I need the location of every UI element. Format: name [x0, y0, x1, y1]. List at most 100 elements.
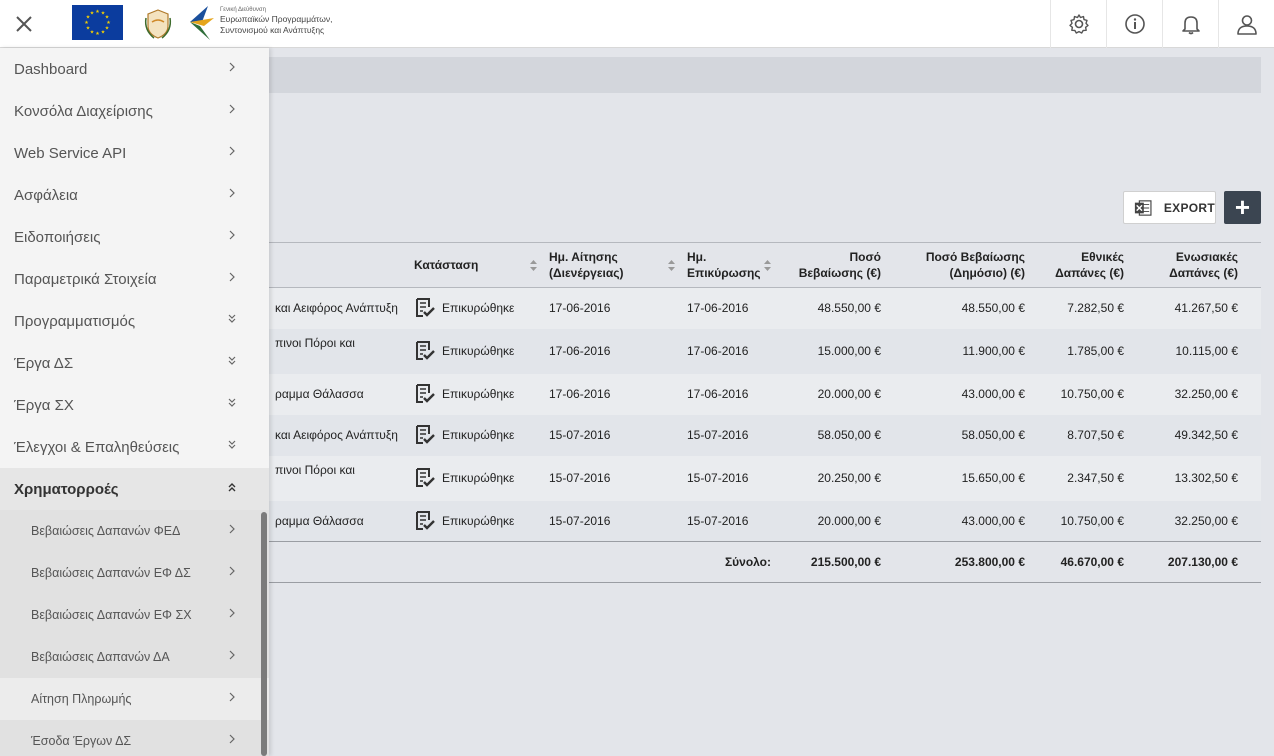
col-header-status[interactable]: Κατάσταση [408, 242, 543, 288]
cell-request-date: 17-06-2016 [543, 328, 681, 374]
sidebar-item-0[interactable]: Dashboard [0, 48, 269, 90]
total-amount: 215.500,00 € [777, 541, 887, 583]
chevron-right-icon [229, 104, 235, 114]
sidebar-item-label: Dashboard [14, 60, 88, 78]
submenu-item-1[interactable]: Βεβαιώσεις Δαπανών ΕΦ ΔΣ [0, 552, 269, 594]
cell-eu: 13.302,50 € [1130, 455, 1244, 501]
cell-national: 10.750,00 € [1031, 500, 1130, 542]
submenu-item-3[interactable]: Βεβαιώσεις Δαπανών ΔΑ [0, 636, 269, 678]
cell-public-amount: 43.000,00 € [887, 500, 1031, 542]
sidebar-item-label: Έργα ΔΣ [14, 354, 74, 372]
sidebar-item-7[interactable]: Έργα ΔΣ [0, 342, 269, 384]
cell-program: ραμμα Θάλασσα [269, 373, 408, 415]
data-table-container: Κατάσταση Ημ. Αίτησης (Διενέργειας) Ημ. … [269, 242, 1261, 583]
excel-icon [1134, 199, 1152, 216]
top-header: ★ ★ ★ ★ ★ ★ ★ ★ ★ ★ ★ ★ Γενική Διεύθυνση Ευρωπαϊ… [0, 0, 1274, 48]
notification-bell-icon [1181, 16, 1200, 35]
table-row[interactable]: ραμμα Θάλασσα Επικυρώθηκε 17-06-2016 17-06-… [269, 373, 1261, 415]
sidebar-scrollbar[interactable] [261, 512, 267, 756]
cell-validation-date: 17-06-2016 [681, 328, 777, 374]
col-header-public-amount[interactable]: Ποσό Βεβαίωσης (Δημόσιο) (€) [887, 242, 1031, 288]
cell-status: Επικυρώθηκε [408, 287, 543, 329]
sidebar-item-6[interactable]: Προγραμματισμός [0, 300, 269, 342]
settings-button[interactable] [1050, 0, 1106, 48]
sidebar-item-3[interactable]: Ασφάλεια [0, 174, 269, 216]
cell-national: 2.347,50 € [1031, 455, 1130, 501]
submenu-item-4[interactable]: Αίτηση Πληρωμής [0, 678, 269, 720]
cell-program: ραμμα Θάλασσα [269, 500, 408, 542]
table-row[interactable]: και Αειφόρος Ανάπτυξη Επικυρώθηκε 15-07-20… [269, 414, 1261, 456]
sidebar-item-label: Ειδοποιήσεις [14, 228, 101, 246]
settings-icon [1068, 14, 1089, 34]
cell-eu: 32.250,00 € [1130, 500, 1244, 542]
user-profile-button[interactable] [1218, 0, 1274, 48]
export-button[interactable]: EXPORT [1123, 191, 1216, 224]
table-row[interactable]: πινοι Πόροι και Επικυρώθηκε 15-07-2016 15-0… [269, 455, 1261, 501]
cell-request-date: 15-07-2016 [543, 500, 681, 542]
validated-document-icon [416, 510, 435, 530]
total-national: 46.670,00 € [1031, 541, 1130, 583]
sidebar-item-label: Κονσόλα Διαχείρισης [14, 102, 153, 120]
close-icon [16, 16, 32, 32]
info-button[interactable] [1106, 0, 1162, 48]
sidebar-item-label: Web Service API [14, 144, 127, 162]
close-menu-button[interactable] [0, 0, 48, 48]
svg-text:★: ★ [90, 11, 95, 17]
table-row[interactable]: ραμμα Θάλασσα Επικυρώθηκε 15-07-2016 15-07-… [269, 500, 1261, 542]
status-text: Επικυρώθηκε [442, 301, 515, 316]
cell-validation-date: 15-07-2016 [681, 414, 777, 456]
sort-icon [764, 260, 771, 271]
sidebar-item-2[interactable]: Web Service API [0, 132, 269, 174]
submenu-item-5[interactable]: Έσοδα Έργων ΔΣ [0, 720, 269, 756]
total-public-amount: 253.800,00 € [887, 541, 1031, 583]
cyprus-emblem-logo [140, 6, 176, 42]
col-header-validation-date[interactable]: Ημ. Επικύρωσης [681, 242, 777, 288]
sidebar-item-label: Προγραμματισμός [14, 312, 136, 330]
cell-status: Επικυρώθηκε [408, 373, 543, 415]
svg-text:★: ★ [90, 30, 95, 36]
col-header-amount[interactable]: Ποσό Βεβαίωσης (€) [777, 242, 887, 288]
sidebar-item-5[interactable]: Παραμετρικά Στοιχεία [0, 258, 269, 300]
dg-european-programmes-logo: Γενική Διεύθυνση Ευρωπαϊκών Προγραμμάτων… [186, 4, 346, 44]
validated-document-icon [416, 384, 435, 403]
chevron-right-icon [229, 188, 235, 198]
dg-logo-line1: Γενική Διεύθυνση [220, 7, 266, 13]
col-header-program[interactable] [269, 242, 408, 288]
svg-text:★: ★ [105, 26, 110, 32]
chevron-right-icon [229, 608, 235, 618]
sidebar-item-9[interactable]: Έλεγχοι & Επαληθεύσεις [0, 426, 269, 468]
add-button[interactable]: + [1224, 191, 1261, 224]
notifications-button[interactable] [1162, 0, 1218, 48]
col-header-national[interactable]: Εθνικές Δαπάνες (€) [1031, 242, 1130, 288]
user-icon [1236, 15, 1257, 35]
status-text: Επικυρώθηκε [442, 387, 515, 401]
cell-status: Επικυρώθηκε [408, 414, 543, 456]
cell-request-date: 15-07-2016 [543, 455, 681, 501]
submenu-item-2[interactable]: Βεβαιώσεις Δαπανών ΕΦ ΣΧ [0, 594, 269, 636]
sidebar-item-4[interactable]: Ειδοποιήσεις [0, 216, 269, 258]
sidebar-item-1[interactable]: Κονσόλα Διαχείρισης [0, 90, 269, 132]
chevron-right-icon [229, 566, 235, 576]
sidebar-item-label: Έλεγχοι & Επαληθεύσεις [14, 438, 180, 456]
cell-eu: 32.250,00 € [1130, 373, 1244, 415]
sidebar-item-8[interactable]: Έργα ΣΧ [0, 384, 269, 426]
table-totals-row: Σύνολο: 215.500,00 € 253.800,00 € 46.670… [269, 541, 1261, 583]
submenu-item-label: Βεβαιώσεις Δαπανών ΦΕΔ [31, 524, 181, 538]
col-header-eu[interactable]: Ενωσιακές Δαπάνες (€) [1130, 242, 1244, 288]
submenu-item-0[interactable]: Βεβαιώσεις Δαπανών ΦΕΔ [0, 510, 269, 552]
cell-status: Επικυρώθηκε [408, 328, 543, 374]
cell-request-date: 17-06-2016 [543, 373, 681, 415]
breadcrumb-bar [269, 57, 1261, 93]
table-row[interactable]: πινοι Πόροι και Επικυρώθηκε 17-06-2016 17-0… [269, 328, 1261, 374]
cell-amount: 58.050,00 € [777, 414, 887, 456]
dg-logo-line3: Συντονισμού και Ανάπτυξης [220, 25, 325, 35]
validated-document-icon [416, 341, 435, 360]
sort-icon [530, 260, 537, 271]
data-table: Κατάσταση Ημ. Αίτησης (Διενέργειας) Ημ. … [269, 242, 1261, 583]
col-header-request-date[interactable]: Ημ. Αίτησης (Διενέργειας) [543, 242, 681, 288]
table-row[interactable]: και Αειφόρος Ανάπτυξη Επικυρώθηκε 17-06-20… [269, 287, 1261, 329]
sidebar-item-10[interactable]: Χρηματορροές [0, 468, 269, 510]
cell-amount: 48.550,00 € [777, 287, 887, 329]
cell-national: 1.785,00 € [1031, 328, 1130, 374]
sidebar-item-label: Παραμετρικά Στοιχεία [14, 270, 157, 288]
